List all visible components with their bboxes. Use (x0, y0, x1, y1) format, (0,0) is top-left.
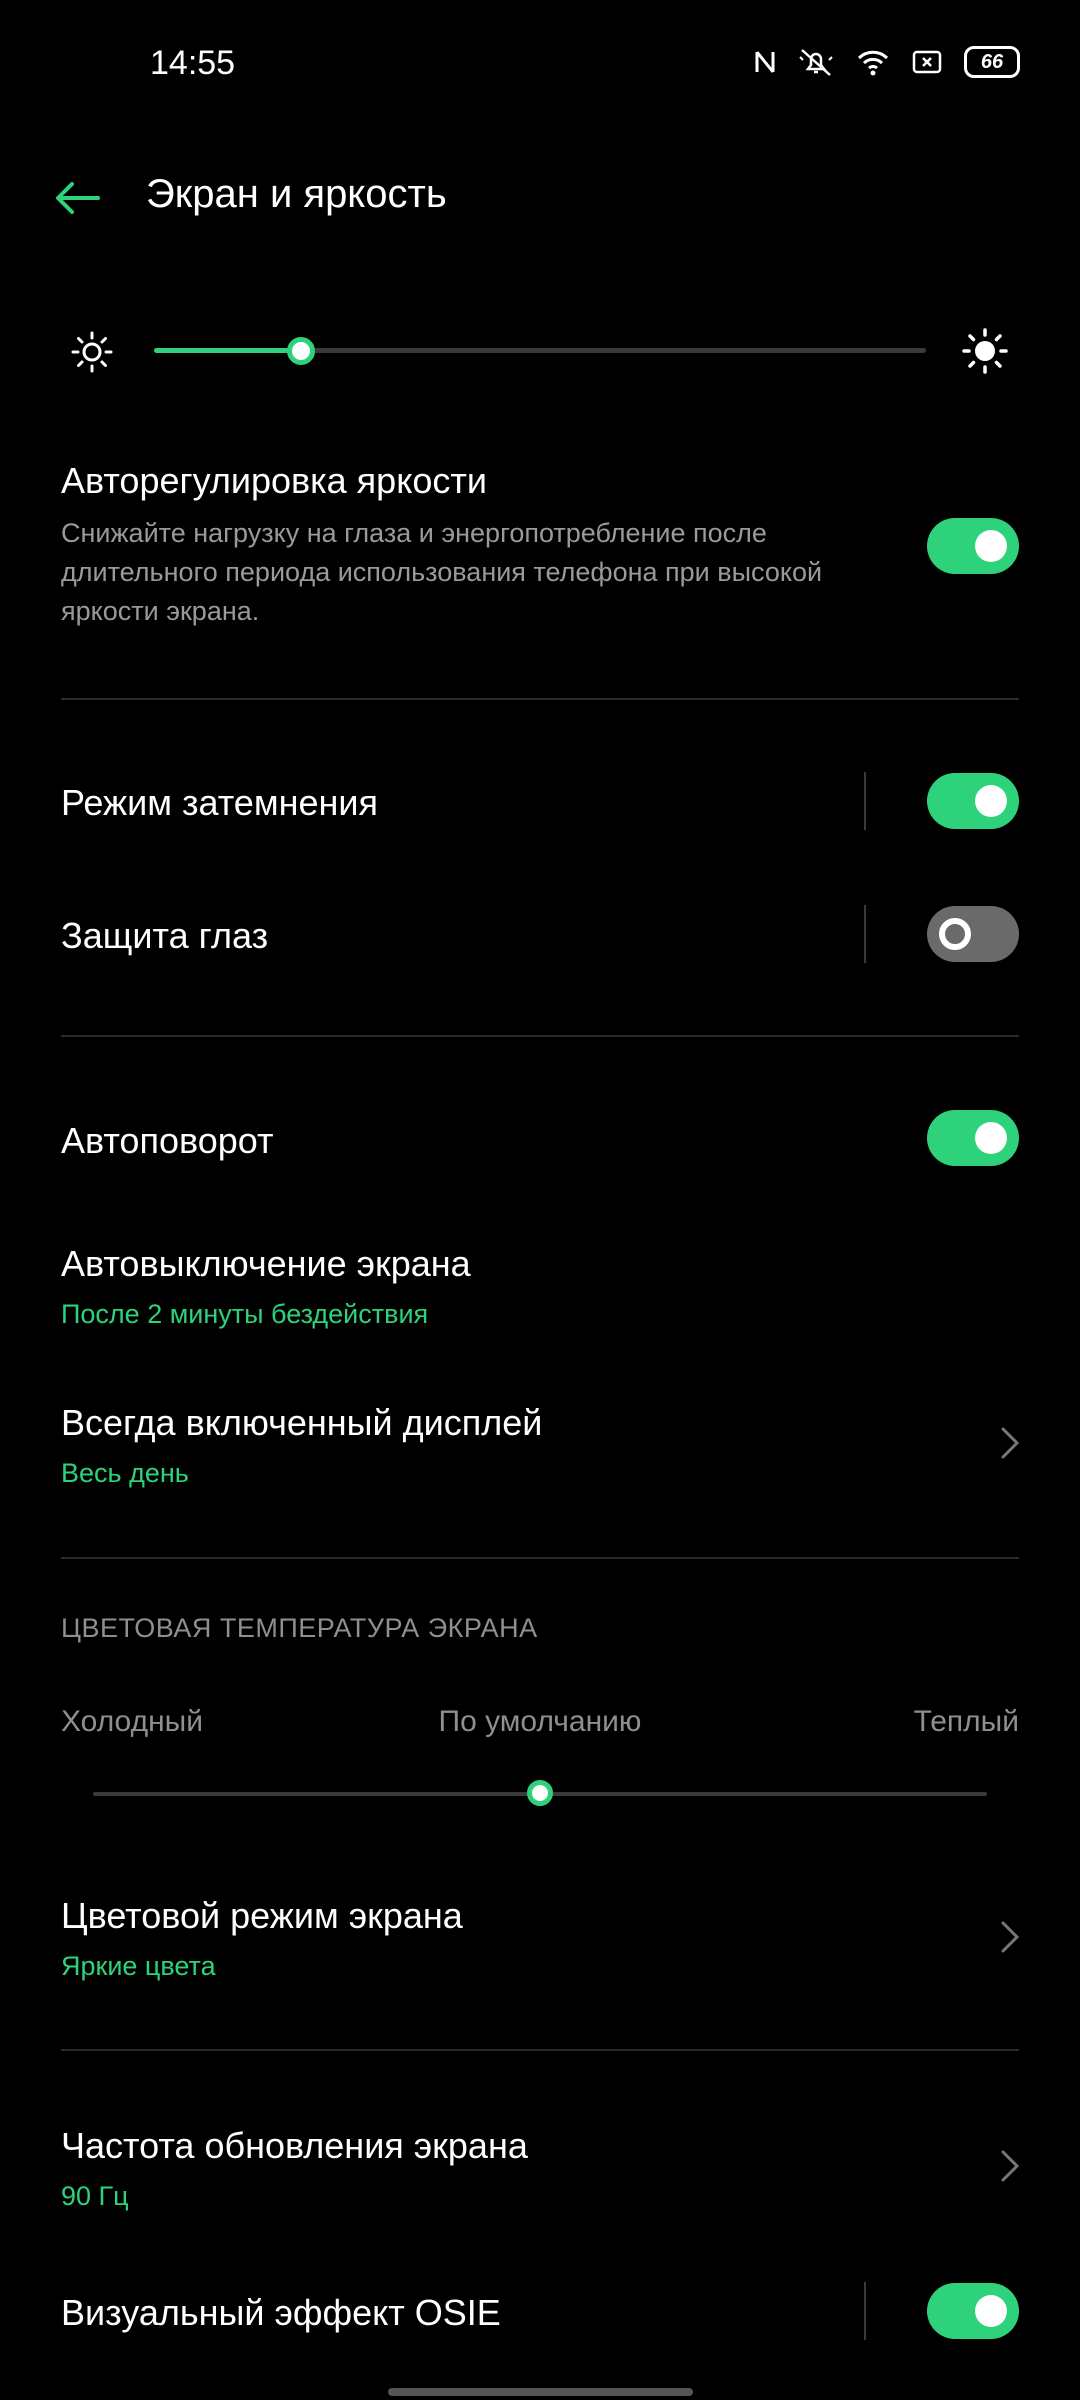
dim-mode-toggle[interactable] (927, 773, 1019, 829)
brightness-thumb[interactable] (287, 337, 315, 365)
toggle-knob (975, 530, 1007, 562)
warm-label: Теплый (913, 1705, 1019, 1738)
home-indicator[interactable] (388, 2388, 693, 2396)
divider (61, 1557, 1019, 1559)
battery-icon: 66 (964, 46, 1020, 78)
wifi-icon (856, 48, 890, 76)
toggle-knob (939, 918, 971, 950)
color-mode-row[interactable]: Цветовой режим экрана Яркие цвета (61, 1895, 1019, 1982)
toggle-knob (975, 1122, 1007, 1154)
dim-mode-title[interactable]: Режим затемнения (61, 782, 378, 824)
color-temperature-thumb[interactable] (527, 1780, 553, 1806)
back-arrow-icon[interactable] (52, 172, 104, 224)
separator (864, 905, 866, 963)
screen-timeout-title: Автовыключение экрана (61, 1243, 471, 1284)
always-on-display-title: Всегда включенный дисплей (61, 1402, 543, 1443)
always-on-display-row[interactable]: Всегда включенный дисплей Весь день (61, 1402, 1019, 1489)
chevron-right-icon (995, 1423, 1025, 1463)
color-mode-value: Яркие цвета (61, 1951, 216, 1981)
sun-outline-icon (70, 330, 114, 379)
color-temperature-section-title: ЦВЕТОВАЯ ТЕМПЕРАТУРА ЭКРАНА (61, 1613, 538, 1643)
auto-brightness-toggle[interactable] (927, 518, 1019, 574)
auto-brightness-row[interactable]: Авторегулировка яркости Снижайте нагрузк… (61, 460, 1019, 640)
eye-protection-title[interactable]: Защита глаз (61, 915, 268, 957)
screen-timeout-row[interactable]: Автовыключение экрана После 2 минуты без… (61, 1243, 1019, 1330)
screen-timeout-value: После 2 минуты бездействия (61, 1299, 429, 1329)
refresh-rate-title: Частота обновления экрана (61, 2125, 528, 2166)
sun-filled-icon (962, 328, 1008, 379)
divider (61, 2049, 1019, 2051)
brightness-fill (154, 348, 301, 353)
auto-rotate-title[interactable]: Автоповорот (61, 1120, 273, 1162)
separator (864, 772, 866, 830)
nfc-icon (754, 49, 776, 75)
refresh-rate-row[interactable]: Частота обновления экрана 90 Гц (61, 2125, 1019, 2212)
status-time: 14:55 (150, 44, 236, 82)
refresh-rate-value: 90 Гц (61, 2181, 129, 2211)
chevron-right-icon (995, 1917, 1025, 1957)
always-on-display-value: Весь день (61, 1458, 189, 1488)
toggle-knob (975, 785, 1007, 817)
toggle-knob (975, 2295, 1007, 2327)
brightness-track (154, 348, 926, 353)
color-mode-title: Цветовой режим экрана (61, 1895, 463, 1936)
color-temperature-slider[interactable] (93, 1780, 987, 1806)
screen-record-icon (912, 49, 942, 75)
auto-brightness-description: Снижайте нагрузку на глаза и энергопотре… (61, 518, 823, 626)
divider (61, 698, 1019, 700)
page-title: Экран и яркость (146, 172, 447, 216)
mute-icon (798, 47, 834, 77)
auto-rotate-toggle[interactable] (927, 1110, 1019, 1166)
separator (864, 2282, 866, 2340)
eye-protection-toggle[interactable] (927, 906, 1019, 962)
auto-brightness-title: Авторегулировка яркости (61, 460, 487, 501)
divider (61, 1035, 1019, 1037)
status-icons: 66 (754, 46, 1020, 78)
brightness-slider[interactable] (154, 337, 926, 365)
osie-toggle[interactable] (927, 2283, 1019, 2339)
osie-title[interactable]: Визуальный эффект OSIE (61, 2292, 501, 2334)
chevron-right-icon (995, 2146, 1025, 2186)
